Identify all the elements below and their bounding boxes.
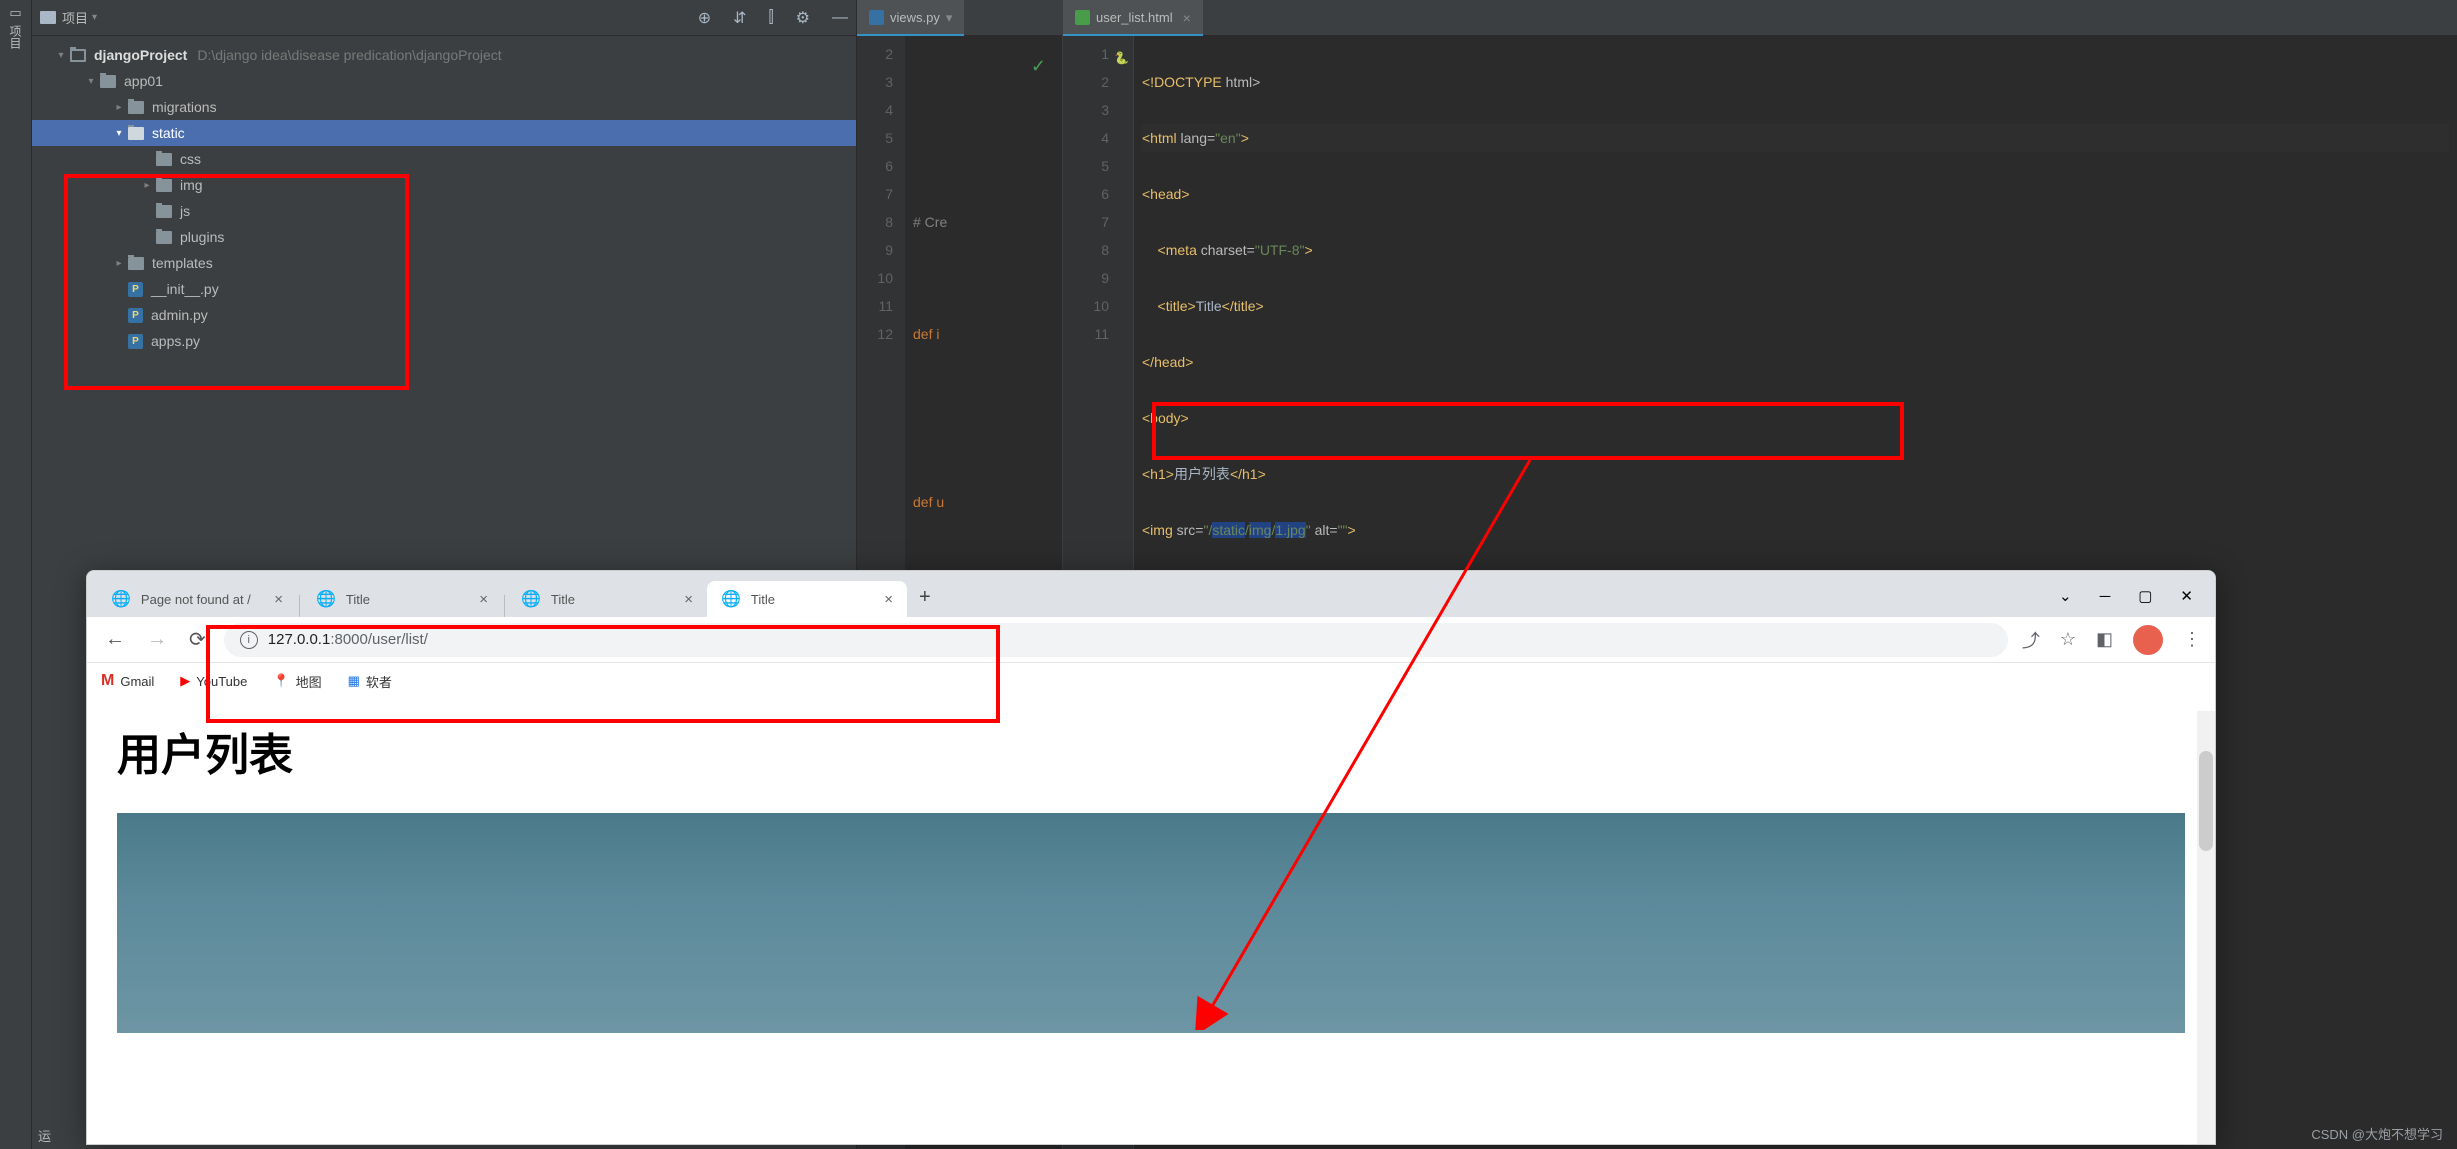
new-tab-button[interactable]: +: [907, 578, 943, 617]
minimize-icon[interactable]: ─: [2100, 588, 2111, 605]
globe-icon: 🌐: [111, 589, 131, 609]
python-icon: [128, 308, 143, 323]
chevron-down-icon[interactable]: ▾: [82, 76, 100, 87]
browser-window: 🌐 Page not found at / × 🌐 Title × 🌐 Titl…: [86, 570, 2216, 1145]
project-dropdown-label[interactable]: 项目: [62, 8, 88, 27]
sidepanel-icon[interactable]: ◧: [2096, 629, 2113, 650]
browser-tab-active[interactable]: 🌐 Title ×: [707, 581, 907, 617]
chevron-down-icon[interactable]: ▾: [52, 50, 70, 61]
browser-titlebar: 🌐 Page not found at / × 🌐 Title × 🌐 Titl…: [87, 571, 2215, 617]
chevron-down-icon[interactable]: ▾: [92, 12, 97, 23]
chevron-down-icon[interactable]: ▾: [946, 10, 953, 26]
python-icon: [869, 10, 884, 25]
tree-migrations[interactable]: ▸ migrations: [32, 94, 856, 120]
folder-icon: [156, 179, 172, 192]
close-icon[interactable]: ×: [884, 591, 893, 608]
maximize-icon[interactable]: ▢: [2138, 587, 2152, 605]
scrollbar-thumb[interactable]: [2199, 751, 2213, 851]
locate-icon[interactable]: ⊕: [698, 8, 711, 28]
page-image: [117, 813, 2185, 1033]
browser-tab[interactable]: 🌐 Title ×: [507, 581, 707, 617]
project-icon: [40, 11, 56, 24]
menu-icon[interactable]: ⋮: [2183, 629, 2201, 650]
address-bar: ← → ⟳ i 127.0.0.1:8000/user/list/ ⤴ ☆ ◧ …: [87, 617, 2215, 663]
bookmark-gmail[interactable]: MGmail: [101, 672, 154, 690]
browser-tab[interactable]: 🌐 Page not found at / ×: [97, 581, 297, 617]
back-button[interactable]: ←: [101, 624, 129, 655]
tree-static[interactable]: ▾ static: [32, 120, 856, 146]
chevron-right-icon[interactable]: ▸: [110, 258, 128, 269]
hide-icon[interactable]: —: [832, 9, 848, 27]
sidebar-header: 项目 ▾ ⊕ ⇵ ⫿ ⚙ —: [32, 0, 856, 36]
python-icon: [128, 334, 143, 349]
watermark: CSDN @大炮不想学习: [2311, 1124, 2443, 1143]
chevron-right-icon[interactable]: ▸: [138, 180, 156, 191]
html-icon: [1075, 10, 1090, 25]
tab-userlist[interactable]: user_list.html ×: [1063, 0, 1203, 36]
bookmark-youtube[interactable]: ▶YouTube: [180, 673, 247, 689]
globe-icon: 🌐: [316, 589, 336, 609]
folder-icon: [156, 153, 172, 166]
split-icon[interactable]: ⫿: [769, 9, 774, 27]
page-heading: 用户列表: [117, 719, 2185, 783]
chevron-down-icon[interactable]: ▾: [110, 128, 128, 139]
tree-css[interactable]: ▸ css: [32, 146, 856, 172]
folder-icon: [70, 49, 86, 62]
folder-icon: [156, 231, 172, 244]
folder-icon: [128, 257, 144, 270]
close-icon[interactable]: ✕: [2180, 587, 2193, 605]
tree-templates[interactable]: ▸ templates: [32, 250, 856, 276]
chevron-right-icon[interactable]: ▸: [110, 102, 128, 113]
tree-init[interactable]: ▸ __init__.py: [32, 276, 856, 302]
close-icon[interactable]: ×: [274, 591, 283, 608]
reload-button[interactable]: ⟳: [185, 623, 210, 656]
page-content: 用户列表: [87, 699, 2215, 1053]
globe-icon: 🌐: [721, 589, 741, 609]
close-icon[interactable]: ×: [684, 591, 693, 608]
proj-tool-label[interactable]: 项目: [7, 25, 24, 49]
folder-icon: [100, 75, 116, 88]
check-icon: ✓: [1031, 52, 1046, 80]
bookmark-map[interactable]: 📍地图: [273, 672, 321, 691]
ide-left-gutter: ▭ 项目: [0, 0, 32, 1149]
collapse-icon[interactable]: ⇵: [733, 8, 746, 28]
close-icon[interactable]: ×: [1183, 10, 1191, 26]
star-icon[interactable]: ☆: [2060, 629, 2076, 650]
info-icon[interactable]: i: [240, 631, 258, 649]
bookmark-soft[interactable]: ▦软者: [348, 672, 392, 691]
folder-icon: [128, 127, 144, 140]
tree-plugins[interactable]: ▸ plugins: [32, 224, 856, 250]
bookmarks-bar: MGmail ▶YouTube 📍地图 ▦软者: [87, 663, 2215, 699]
avatar[interactable]: [2133, 625, 2163, 655]
tab-views[interactable]: views.py ▾: [857, 0, 964, 36]
tree-img[interactable]: ▸ img: [32, 172, 856, 198]
url-input[interactable]: i 127.0.0.1:8000/user/list/: [224, 623, 2008, 657]
folder-icon: [128, 101, 144, 114]
gear-icon[interactable]: ⚙: [796, 8, 810, 28]
proj-tool-icon[interactable]: ▭: [9, 5, 21, 21]
run-toolwindow-label[interactable]: 运: [38, 1126, 51, 1145]
globe-icon: 🌐: [521, 589, 541, 609]
forward-button[interactable]: →: [143, 624, 171, 655]
python-hint-icon: 🐍: [1114, 44, 1129, 72]
browser-tab[interactable]: 🌐 Title ×: [302, 581, 502, 617]
python-icon: [128, 282, 143, 297]
folder-icon: [156, 205, 172, 218]
tree-js[interactable]: ▸ js: [32, 198, 856, 224]
tree-app01[interactable]: ▾ app01: [32, 68, 856, 94]
tree-root[interactable]: ▾ djangoProject D:\django idea\disease p…: [32, 42, 856, 68]
share-icon[interactable]: ⤴: [2022, 627, 2040, 653]
close-icon[interactable]: ×: [479, 591, 488, 608]
tree-apps[interactable]: ▸ apps.py: [32, 328, 856, 354]
tree-admin[interactable]: ▸ admin.py: [32, 302, 856, 328]
chevron-down-icon[interactable]: ⌄: [2059, 587, 2072, 605]
